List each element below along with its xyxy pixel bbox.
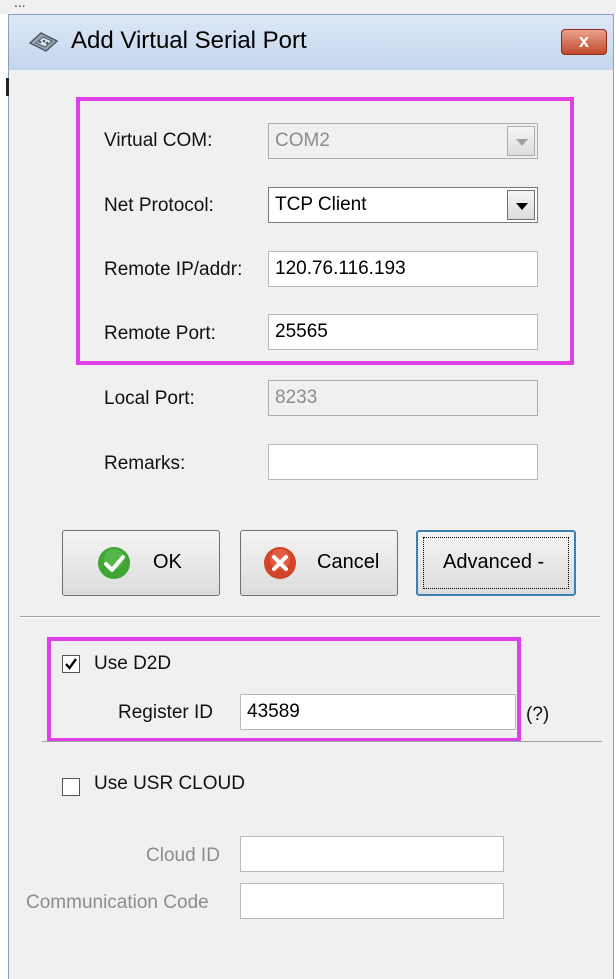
register-id-input[interactable]: 43589 — [240, 694, 516, 730]
background-window-strip: ... — [0, 0, 616, 14]
remote-ip-input[interactable]: 120.76.116.193 — [268, 251, 538, 287]
cancel-button-label: Cancel — [317, 551, 380, 573]
cloud-id-input[interactable] — [240, 836, 504, 872]
dropdown-arrow-icon[interactable] — [507, 126, 535, 156]
dialog-title: Add Virtual Serial Port — [71, 27, 307, 54]
advanced-button-label: Advanced - — [443, 551, 545, 573]
net-protocol-label: Net Protocol: — [104, 195, 214, 216]
remarks-input[interactable] — [268, 444, 538, 480]
local-port-value: 8233 — [275, 387, 318, 408]
ok-check-icon — [98, 547, 130, 579]
checkbox-check-icon — [65, 658, 77, 670]
remote-ip-label: Remote IP/addr: — [104, 259, 243, 280]
close-button[interactable]: x — [561, 29, 607, 55]
use-usr-cloud-checkbox[interactable] — [62, 778, 80, 796]
use-d2d-label: Use D2D — [94, 653, 172, 674]
background-window-text: ... — [14, 0, 26, 10]
cloud-id-label: Cloud ID — [146, 845, 220, 866]
close-icon: x — [578, 31, 589, 51]
communication-code-label: Communication Code — [26, 892, 209, 913]
register-id-value: 43589 — [247, 701, 300, 722]
window-edge-marker — [6, 78, 9, 96]
virtual-com-label: Virtual COM: — [104, 130, 213, 151]
local-port-input[interactable]: 8233 — [268, 380, 538, 416]
cancel-x-icon — [264, 547, 296, 579]
title-bar[interactable]: Add Virtual Serial Port x — [8, 14, 614, 71]
remarks-label: Remarks: — [104, 453, 186, 474]
net-protocol-select[interactable]: TCP Client — [268, 187, 538, 223]
remote-ip-value: 120.76.116.193 — [275, 258, 406, 279]
virtual-com-value: COM2 — [275, 130, 330, 151]
ok-button-label: OK — [153, 551, 182, 573]
remote-port-input[interactable]: 25565 — [268, 314, 538, 350]
local-port-label: Local Port: — [104, 388, 195, 409]
register-id-label: Register ID — [118, 702, 214, 723]
virtual-com-select[interactable]: COM2 — [268, 123, 538, 159]
serial-port-icon — [28, 32, 59, 52]
advanced-button[interactable]: Advanced - — [416, 530, 576, 596]
net-protocol-value: TCP Client — [275, 194, 367, 215]
use-usr-cloud-label: Use USR CLOUD — [94, 773, 245, 794]
register-id-help[interactable]: (?) — [526, 704, 549, 726]
communication-code-input[interactable] — [240, 883, 504, 919]
dropdown-arrow-icon[interactable] — [507, 190, 535, 220]
ok-button[interactable]: OK — [62, 530, 220, 596]
d2d-separator — [42, 741, 602, 742]
cancel-button[interactable]: Cancel — [240, 530, 398, 596]
section-separator-highlight — [20, 617, 600, 618]
remote-port-value: 25565 — [275, 321, 328, 342]
remote-port-label: Remote Port: — [104, 323, 216, 344]
use-d2d-checkbox[interactable] — [62, 655, 80, 673]
